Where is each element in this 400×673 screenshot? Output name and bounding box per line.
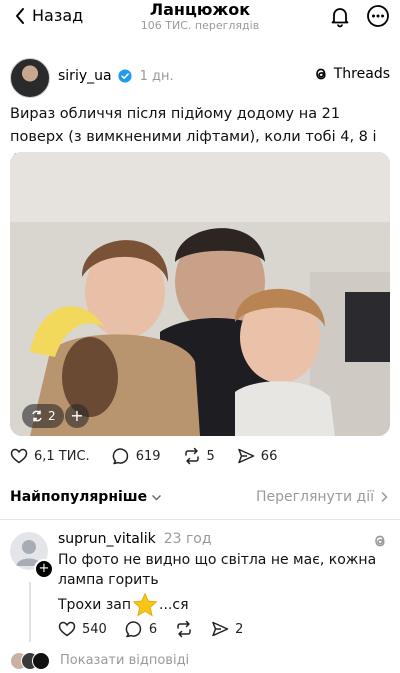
- comment-count: 619: [135, 448, 161, 464]
- commenter-name[interactable]: suprun_vitalik: [58, 531, 156, 547]
- chevron-down-icon: [152, 494, 162, 500]
- sort-row: Найпопулярніше Переглянути дії: [10, 489, 390, 509]
- comment-text: По фото не видно що світла не має, кожна…: [58, 552, 377, 588]
- comment-repost-button[interactable]: [175, 620, 193, 638]
- sort-dropdown[interactable]: Найпопулярніше: [10, 489, 162, 505]
- comment-header: suprun_vitalik 23 год: [58, 531, 212, 547]
- comment-button[interactable]: 619: [112, 447, 161, 465]
- post-photo[interactable]: 2 +: [10, 152, 390, 436]
- share-button[interactable]: 66: [237, 447, 278, 465]
- threads-logo-icon: [315, 68, 326, 80]
- post-actions: 6,1 ТИС. 619 5 66: [10, 447, 299, 465]
- comment-share-button[interactable]: 2: [211, 620, 243, 638]
- media-count: 2: [48, 409, 56, 423]
- comment-like-button[interactable]: 540: [58, 620, 107, 638]
- send-icon: [238, 448, 255, 464]
- add-icon[interactable]: +: [65, 404, 89, 428]
- comment-reply-count: 6: [148, 621, 158, 637]
- post-time: 1 дн.: [139, 68, 174, 84]
- reply-avatar: [32, 652, 50, 670]
- sort-label: Найпопулярніше: [10, 489, 148, 505]
- repeat-icon: [32, 410, 42, 422]
- follow-plus-icon[interactable]: +: [34, 559, 54, 579]
- comment-text2-before: Трохи зап: [58, 597, 132, 613]
- reply-avatars: [10, 652, 50, 670]
- comment-text-line2: Трохи зап ...ся: [58, 592, 189, 618]
- activity-label: Переглянути дії: [256, 489, 374, 505]
- divider: [0, 519, 400, 520]
- comment-reply-button[interactable]: 6: [125, 620, 157, 638]
- comment-text2-after: ...ся: [159, 597, 189, 613]
- view-activity-link[interactable]: Переглянути дії: [256, 489, 390, 505]
- comment-icon: [112, 448, 128, 465]
- verified-badge-icon: [118, 69, 132, 83]
- threads-logo-icon: [375, 535, 385, 547]
- show-replies-link[interactable]: Показати відповіді: [10, 652, 190, 670]
- photo-illustration: [10, 152, 390, 436]
- chevron-right-icon: [381, 491, 388, 503]
- comment-share-count: 2: [235, 621, 244, 637]
- top-bar: Назад Ланцюжок 106 ТИС. переглядів: [0, 0, 400, 40]
- more-options-icon[interactable]: [366, 4, 390, 28]
- heart-icon: [58, 621, 76, 637]
- star-emoji-icon: [132, 592, 158, 617]
- media-count-badge[interactable]: 2: [22, 404, 64, 428]
- share-count: 66: [260, 448, 278, 464]
- repost-icon: [177, 620, 191, 638]
- comment-icon: [125, 621, 141, 638]
- thread-line: [29, 582, 31, 642]
- threads-link[interactable]: Threads: [313, 66, 390, 82]
- repost-button[interactable]: 5: [183, 447, 215, 465]
- bell-icon[interactable]: [328, 4, 352, 28]
- heart-icon: [10, 448, 28, 464]
- like-count: 6,1 ТИС.: [34, 448, 90, 464]
- author-name[interactable]: siriy_ua: [58, 68, 112, 84]
- threads-label: Threads: [333, 66, 390, 82]
- like-button[interactable]: 6,1 ТИС.: [10, 447, 90, 465]
- comment-like-count: 540: [82, 621, 107, 637]
- comment-actions: 540 6 2: [58, 620, 261, 638]
- post-header: siriy_ua 1 дн. Threads: [10, 58, 390, 98]
- comment-time: 23 год: [163, 531, 212, 547]
- author-avatar[interactable]: [10, 58, 50, 98]
- repost-icon: [184, 447, 199, 465]
- send-icon: [212, 621, 229, 637]
- show-replies-label: Показати відповіді: [60, 652, 190, 668]
- repost-count: 5: [206, 448, 215, 464]
